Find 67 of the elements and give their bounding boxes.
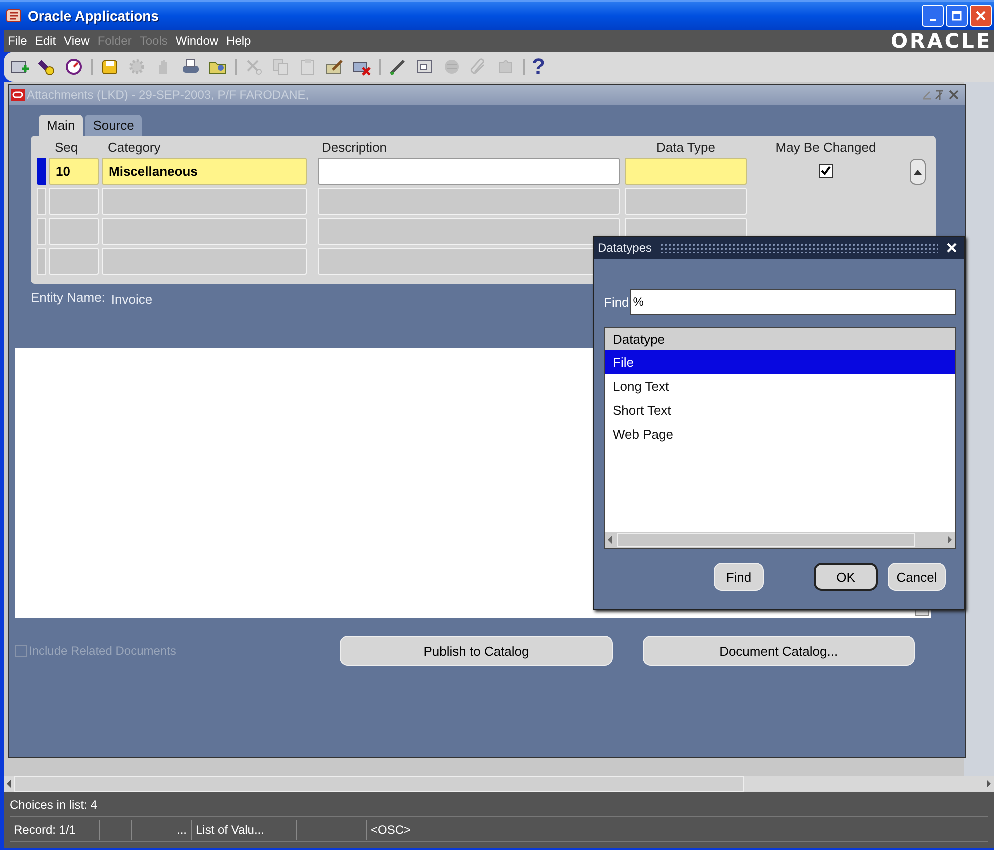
seq-field[interactable] — [49, 248, 99, 274]
find-field[interactable]: % — [630, 289, 956, 315]
scroll-right-icon[interactable] — [945, 534, 955, 546]
close-icon — [976, 11, 986, 21]
minimize-button[interactable] — [922, 5, 944, 27]
dialog-button[interactable]: Find — [714, 563, 764, 591]
help-button[interactable]: ? — [532, 54, 546, 80]
entity-value: Invoice — [111, 291, 153, 307]
category-field[interactable] — [102, 188, 307, 214]
status-field: List of Valu... — [192, 820, 297, 840]
status-message: Choices in list: 4 — [10, 798, 98, 812]
close-button[interactable] — [970, 5, 992, 27]
record-indicator[interactable] — [37, 158, 46, 184]
data-type-field[interactable] — [625, 158, 747, 184]
category-field[interactable] — [102, 248, 307, 274]
minimize-icon — [930, 19, 936, 21]
column-header: Category — [107, 138, 162, 156]
list-item[interactable]: Web Page — [605, 422, 955, 446]
oracle-icon — [11, 89, 25, 101]
maximize-icon — [952, 11, 962, 21]
dialog-button[interactable]: Cancel — [888, 563, 946, 591]
navigate-icon[interactable] — [64, 57, 84, 77]
maximize-button[interactable] — [946, 5, 968, 27]
category-field[interactable]: Miscellaneous — [102, 158, 307, 184]
scroll-up-icon[interactable] — [910, 159, 926, 185]
horizontal-scrollbar[interactable] — [605, 532, 955, 548]
find-label: Find — [604, 294, 630, 310]
menu-item[interactable]: View — [64, 34, 90, 48]
grip-pattern[interactable] — [660, 243, 938, 253]
menu-item[interactable]: Edit — [35, 34, 56, 48]
form-button[interactable]: Document Catalog... — [642, 636, 915, 666]
list-item[interactable]: Short Text — [605, 398, 955, 422]
scroll-right-icon[interactable] — [984, 778, 994, 790]
list-item[interactable]: Long Text — [605, 374, 955, 398]
menu-item[interactable]: Help — [226, 34, 252, 48]
checkbox[interactable] — [819, 164, 833, 178]
list-header: Datatype — [605, 328, 955, 350]
close-icon[interactable] — [946, 242, 958, 254]
status-field: <OSC> — [367, 820, 988, 840]
find-icon[interactable] — [37, 57, 57, 77]
column-header: Seq — [54, 138, 80, 156]
tab[interactable]: Source — [85, 115, 142, 136]
dialog-button[interactable]: OK — [814, 563, 878, 591]
description-field[interactable] — [318, 158, 620, 184]
seq-field[interactable]: 10 — [49, 158, 99, 184]
horizontal-scrollbar[interactable] — [4, 776, 994, 792]
status-field: Record: 1/1 — [10, 820, 100, 840]
edit-icon[interactable] — [325, 57, 345, 77]
entity-label: Entity Name: — [31, 290, 106, 305]
menu-item[interactable]: Window — [176, 34, 219, 48]
seq-field[interactable] — [49, 218, 99, 244]
form-button[interactable]: Publish to Catalog — [340, 636, 613, 666]
tab[interactable]: Main — [39, 115, 84, 136]
column-header: Data Type — [655, 138, 717, 156]
pen-icon[interactable] — [388, 57, 408, 77]
app-icon — [6, 8, 22, 24]
oracle-logo: ORACLE — [891, 29, 993, 53]
dialog-title: Datatypes — [598, 241, 652, 255]
window-controls-icon[interactable] — [921, 89, 961, 101]
seq-field[interactable] — [49, 188, 99, 214]
menu-item[interactable]: File — [8, 34, 28, 48]
status-field: ... — [132, 820, 192, 840]
window-title: Oracle Applications — [28, 8, 159, 24]
list-item[interactable]: File — [605, 350, 955, 374]
column-header: May Be Changed — [774, 138, 878, 156]
category-field[interactable] — [102, 218, 307, 244]
column-header: Description — [321, 138, 388, 156]
